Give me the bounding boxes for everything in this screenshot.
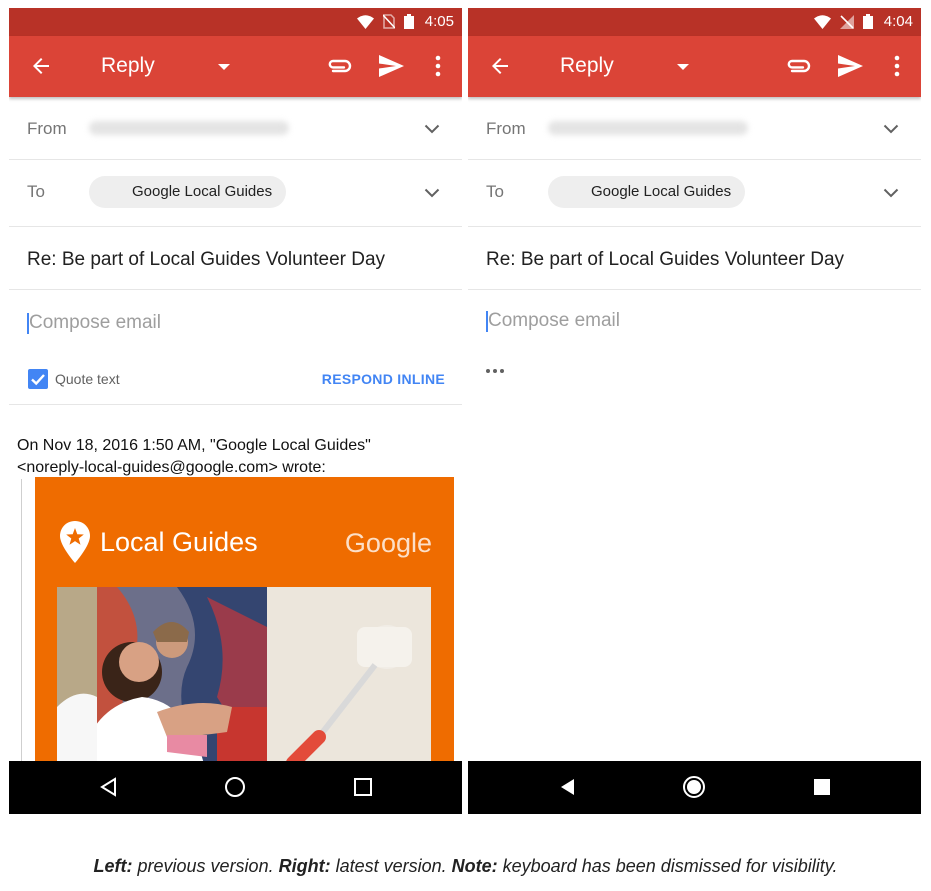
compose-area[interactable]: Compose email (9, 290, 462, 353)
quote-text-checkbox[interactable] (28, 369, 48, 389)
navigation-bar (9, 761, 462, 814)
quoted-message-header: On Nov 18, 2016 1:50 AM, "Google Local G… (17, 435, 371, 479)
to-label: To (27, 182, 45, 201)
no-sim-icon (382, 14, 395, 29)
reply-title: Reply (560, 54, 614, 77)
status-bar: 4:04 (468, 8, 921, 36)
caption-note-label: Note: (451, 856, 498, 876)
volunteer-photo (57, 587, 431, 777)
checkbox-icon (31, 374, 45, 386)
google-logo-text: Google (344, 528, 432, 558)
ellipsis-icon[interactable] (485, 368, 505, 374)
subject-row[interactable]: Re: Be part of Local Guides Volunteer Da… (468, 227, 921, 290)
dropdown-arrow-icon[interactable] (217, 62, 231, 72)
subject-text[interactable]: Re: Be part of Local Guides Volunteer Da… (486, 249, 844, 271)
caption-right-label: Right: (278, 856, 331, 876)
subject-text[interactable]: Re: Be part of Local Guides Volunteer Da… (27, 249, 385, 271)
wifi-icon (356, 14, 374, 29)
nav-back-icon[interactable] (99, 777, 119, 797)
nav-back-icon[interactable] (558, 777, 578, 797)
from-label: From (27, 119, 67, 138)
battery-icon (403, 14, 414, 29)
quoted-header-line-2: <noreply-local-guides@google.com> wrote: (17, 459, 326, 476)
local-guides-banner: Local Guides Google (35, 477, 454, 777)
chevron-down-icon[interactable] (883, 124, 899, 134)
caption-note-text: keyboard has been dismissed for visibili… (497, 856, 838, 876)
more-vert-icon[interactable] (886, 54, 908, 78)
wifi-icon (813, 14, 831, 29)
battery-icon (862, 14, 873, 29)
respond-inline-button[interactable]: RESPOND INLINE (322, 371, 445, 387)
map-pin-icon (60, 521, 90, 563)
no-signal-icon (839, 14, 854, 29)
from-address-redacted (548, 121, 748, 135)
chevron-down-icon[interactable] (424, 188, 440, 198)
from-row[interactable]: From (9, 97, 462, 160)
app-bar: Reply (9, 36, 462, 97)
chevron-down-icon[interactable] (883, 188, 899, 198)
nav-recents-icon[interactable] (354, 778, 372, 796)
attach-icon[interactable] (784, 54, 812, 78)
nav-home-icon[interactable] (223, 775, 247, 799)
phone-latest-version: 4:04 Reply From To Google Local Guides R… (468, 8, 921, 814)
chevron-down-icon[interactable] (424, 124, 440, 134)
from-row[interactable]: From (468, 97, 921, 160)
back-arrow-icon[interactable] (29, 54, 53, 78)
quote-bar (21, 479, 22, 769)
app-bar: Reply (468, 36, 921, 97)
compose-area[interactable]: Compose email (468, 290, 921, 353)
nav-recents-icon[interactable] (813, 778, 831, 796)
quoted-header-line-1: On Nov 18, 2016 1:50 AM, "Google Local G… (17, 437, 371, 454)
navigation-bar (468, 761, 921, 814)
figure-caption: Left: previous version. Right: latest ve… (0, 856, 931, 877)
back-arrow-icon[interactable] (488, 54, 512, 78)
compose-input[interactable]: Compose email (488, 310, 620, 332)
dropdown-arrow-icon[interactable] (676, 62, 690, 72)
more-vert-icon[interactable] (427, 54, 449, 78)
caption-left-label: Left: (93, 856, 133, 876)
caption-left-text: previous version. (132, 856, 279, 876)
from-label: From (486, 119, 526, 138)
local-guides-logo-text: Local Guides (100, 527, 258, 557)
status-time: 4:05 (424, 13, 454, 30)
phone-previous-version: 4:05 Reply From To Google Local Guides R… (9, 8, 462, 814)
quote-text-label: Quote text (55, 371, 120, 387)
to-label: To (486, 182, 504, 201)
nav-home-icon[interactable] (682, 775, 706, 799)
recipient-chip[interactable]: Google Local Guides (89, 176, 286, 208)
compose-input[interactable]: Compose email (29, 312, 161, 334)
status-bar: 4:05 (9, 8, 462, 36)
subject-row[interactable]: Re: Be part of Local Guides Volunteer Da… (9, 227, 462, 290)
attach-icon[interactable] (325, 54, 353, 78)
from-address-redacted (89, 121, 289, 135)
to-row[interactable]: To Google Local Guides (9, 160, 462, 227)
status-time: 4:04 (883, 13, 913, 30)
send-icon[interactable] (377, 53, 405, 79)
reply-title: Reply (101, 54, 155, 77)
send-icon[interactable] (836, 53, 864, 79)
recipient-chip[interactable]: Google Local Guides (548, 176, 745, 208)
caption-right-text: latest version. (330, 856, 452, 876)
to-row[interactable]: To Google Local Guides (468, 160, 921, 227)
quote-text-row: Quote text RESPOND INLINE (9, 353, 462, 405)
